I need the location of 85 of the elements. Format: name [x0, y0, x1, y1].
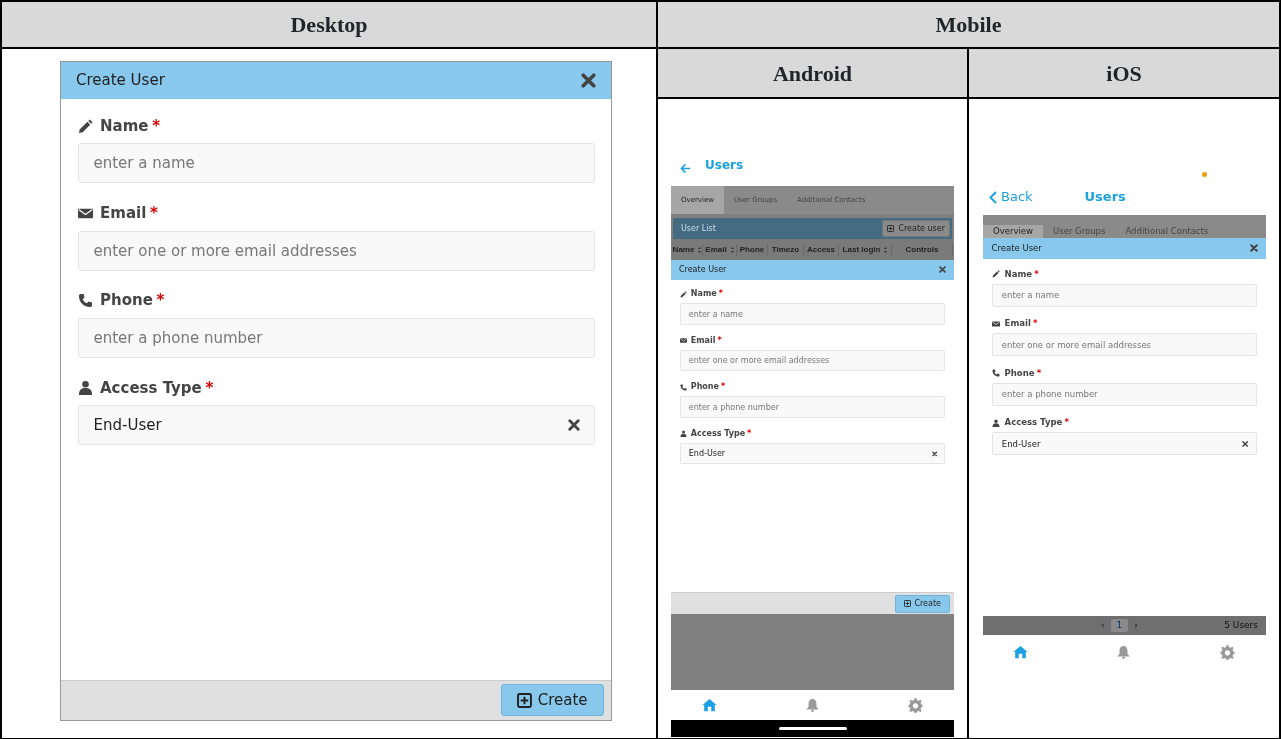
- clear-icon[interactable]: [567, 419, 580, 432]
- dialog-title: Create User: [76, 70, 165, 92]
- screen-title: Users: [705, 157, 744, 174]
- create-button[interactable]: Create: [895, 594, 950, 613]
- phone-icon: [679, 383, 687, 391]
- panel-title: User List: [681, 222, 716, 235]
- create-user-button[interactable]: Create user: [882, 220, 950, 237]
- close-icon[interactable]: [581, 73, 596, 88]
- phone-icon: [992, 369, 1001, 378]
- column-header: Controls: [892, 243, 953, 256]
- field-label: Email *: [100, 203, 158, 225]
- bell-icon[interactable]: [1116, 644, 1132, 660]
- sort-icon[interactable]: [698, 246, 702, 253]
- user-icon: [992, 418, 1001, 427]
- pencil-icon: [77, 118, 93, 134]
- input-field[interactable]: enter a name: [77, 143, 595, 184]
- field-label: Name *: [690, 288, 723, 301]
- input-field[interactable]: enter a phone number: [992, 382, 1257, 406]
- close-icon[interactable]: [939, 266, 946, 274]
- envelope-icon: [992, 319, 1001, 328]
- pencil-icon: [992, 270, 1001, 279]
- phone-icon: [77, 293, 93, 309]
- home-icon[interactable]: [1013, 644, 1029, 660]
- field-label: Email *: [690, 334, 722, 347]
- page-link[interactable]: ›: [1128, 618, 1144, 633]
- gear-icon[interactable]: [1219, 644, 1235, 660]
- input-field[interactable]: enter a phone number: [679, 396, 946, 418]
- field-label: Name *: [1004, 267, 1039, 281]
- field-label: Phone *: [100, 290, 165, 312]
- back-arrow-icon[interactable]: [680, 163, 691, 174]
- column-header: Access: [804, 243, 839, 256]
- dialog-title: Create User: [679, 263, 727, 276]
- create-button[interactable]: Create: [500, 684, 604, 717]
- input-field[interactable]: enter one or more email addresses: [77, 230, 595, 271]
- column-header: iOS: [968, 48, 1280, 98]
- column-header: Email: [703, 243, 737, 256]
- back-link[interactable]: Back: [989, 187, 1033, 207]
- input-field[interactable]: enter one or more email addresses: [992, 333, 1257, 357]
- plus-square-icon: [516, 692, 532, 708]
- close-icon[interactable]: [1249, 244, 1258, 253]
- screen-title: Users: [1084, 188, 1126, 207]
- user-icon: [679, 430, 687, 438]
- bell-icon[interactable]: [805, 697, 820, 713]
- column-header: Last login: [839, 243, 892, 256]
- input-field[interactable]: enter a phone number: [77, 317, 595, 358]
- user-icon: [77, 380, 93, 396]
- column-header: Name: [672, 243, 703, 256]
- page-link[interactable]: 1: [1110, 618, 1129, 633]
- tab[interactable]: Additional Contacts: [1115, 225, 1219, 238]
- tab[interactable]: Overview: [983, 225, 1044, 238]
- select-field[interactable]: End-User: [679, 443, 946, 465]
- user-count: 5 Users: [1224, 618, 1258, 632]
- field-label: Access Type *: [100, 377, 214, 399]
- field-label: Access Type *: [690, 427, 752, 440]
- envelope-icon: [679, 337, 687, 345]
- field-label: Name *: [100, 115, 161, 137]
- field-label: Phone *: [1004, 366, 1042, 380]
- home-icon[interactable]: [702, 697, 717, 713]
- column-header: Timezo: [768, 243, 804, 256]
- field-label: Access Type *: [1004, 416, 1069, 429]
- sort-icon[interactable]: [884, 246, 888, 253]
- tab[interactable]: User Groups: [1043, 225, 1116, 238]
- column-header: Desktop: [1, 1, 657, 48]
- column-header: Mobile: [657, 1, 1280, 48]
- field-label: Email *: [1004, 317, 1038, 331]
- status-dot: [1202, 172, 1207, 177]
- sort-icon[interactable]: [730, 246, 734, 253]
- input-field[interactable]: enter a name: [992, 284, 1257, 307]
- input-field[interactable]: enter one or more email addresses: [679, 349, 946, 372]
- chevron-icon: [989, 190, 997, 204]
- plus-square-icon: [904, 600, 912, 608]
- column-header: Android: [657, 48, 968, 98]
- select-field[interactable]: End-User: [77, 405, 595, 446]
- clear-icon[interactable]: [931, 450, 938, 457]
- input-field[interactable]: enter a name: [679, 303, 946, 325]
- column-header: Phone: [737, 243, 768, 256]
- home-indicator: [778, 727, 847, 730]
- select-field[interactable]: End-User: [992, 432, 1257, 456]
- pencil-icon: [679, 290, 687, 298]
- gear-icon[interactable]: [908, 697, 923, 713]
- dialog-title: Create User: [991, 242, 1042, 255]
- field-label: Phone *: [690, 381, 726, 394]
- clear-icon[interactable]: [1241, 440, 1249, 447]
- page-link[interactable]: ‹: [1095, 618, 1111, 633]
- plus-square-icon: [887, 225, 895, 232]
